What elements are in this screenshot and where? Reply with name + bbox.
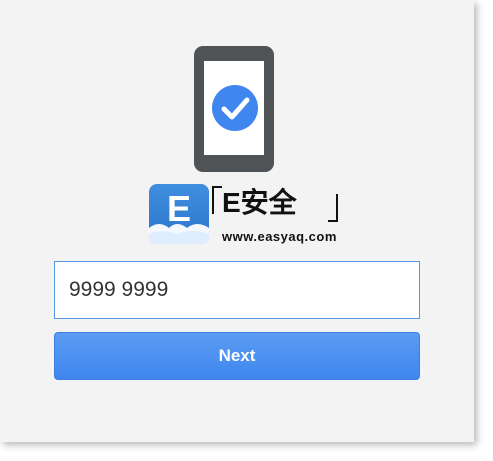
verification-panel: E E安全 www.easyaq.com Next	[0, 0, 474, 442]
checkmark-circle-icon	[212, 85, 258, 131]
watermark-logo-icon: E	[149, 184, 209, 244]
watermark-brand-text: E安全	[222, 187, 297, 218]
watermark-url-text: www.easyaq.com	[222, 229, 337, 244]
phone-screen	[204, 61, 264, 155]
watermark-bracket-left	[212, 186, 222, 214]
smartphone-icon	[194, 46, 274, 172]
phone-number-input[interactable]	[54, 261, 420, 319]
next-button[interactable]: Next	[54, 332, 420, 380]
screenshot-stage: E E安全 www.easyaq.com Next	[0, 0, 493, 461]
svg-text:E: E	[167, 188, 191, 229]
watermark-bracket-right	[328, 194, 338, 222]
